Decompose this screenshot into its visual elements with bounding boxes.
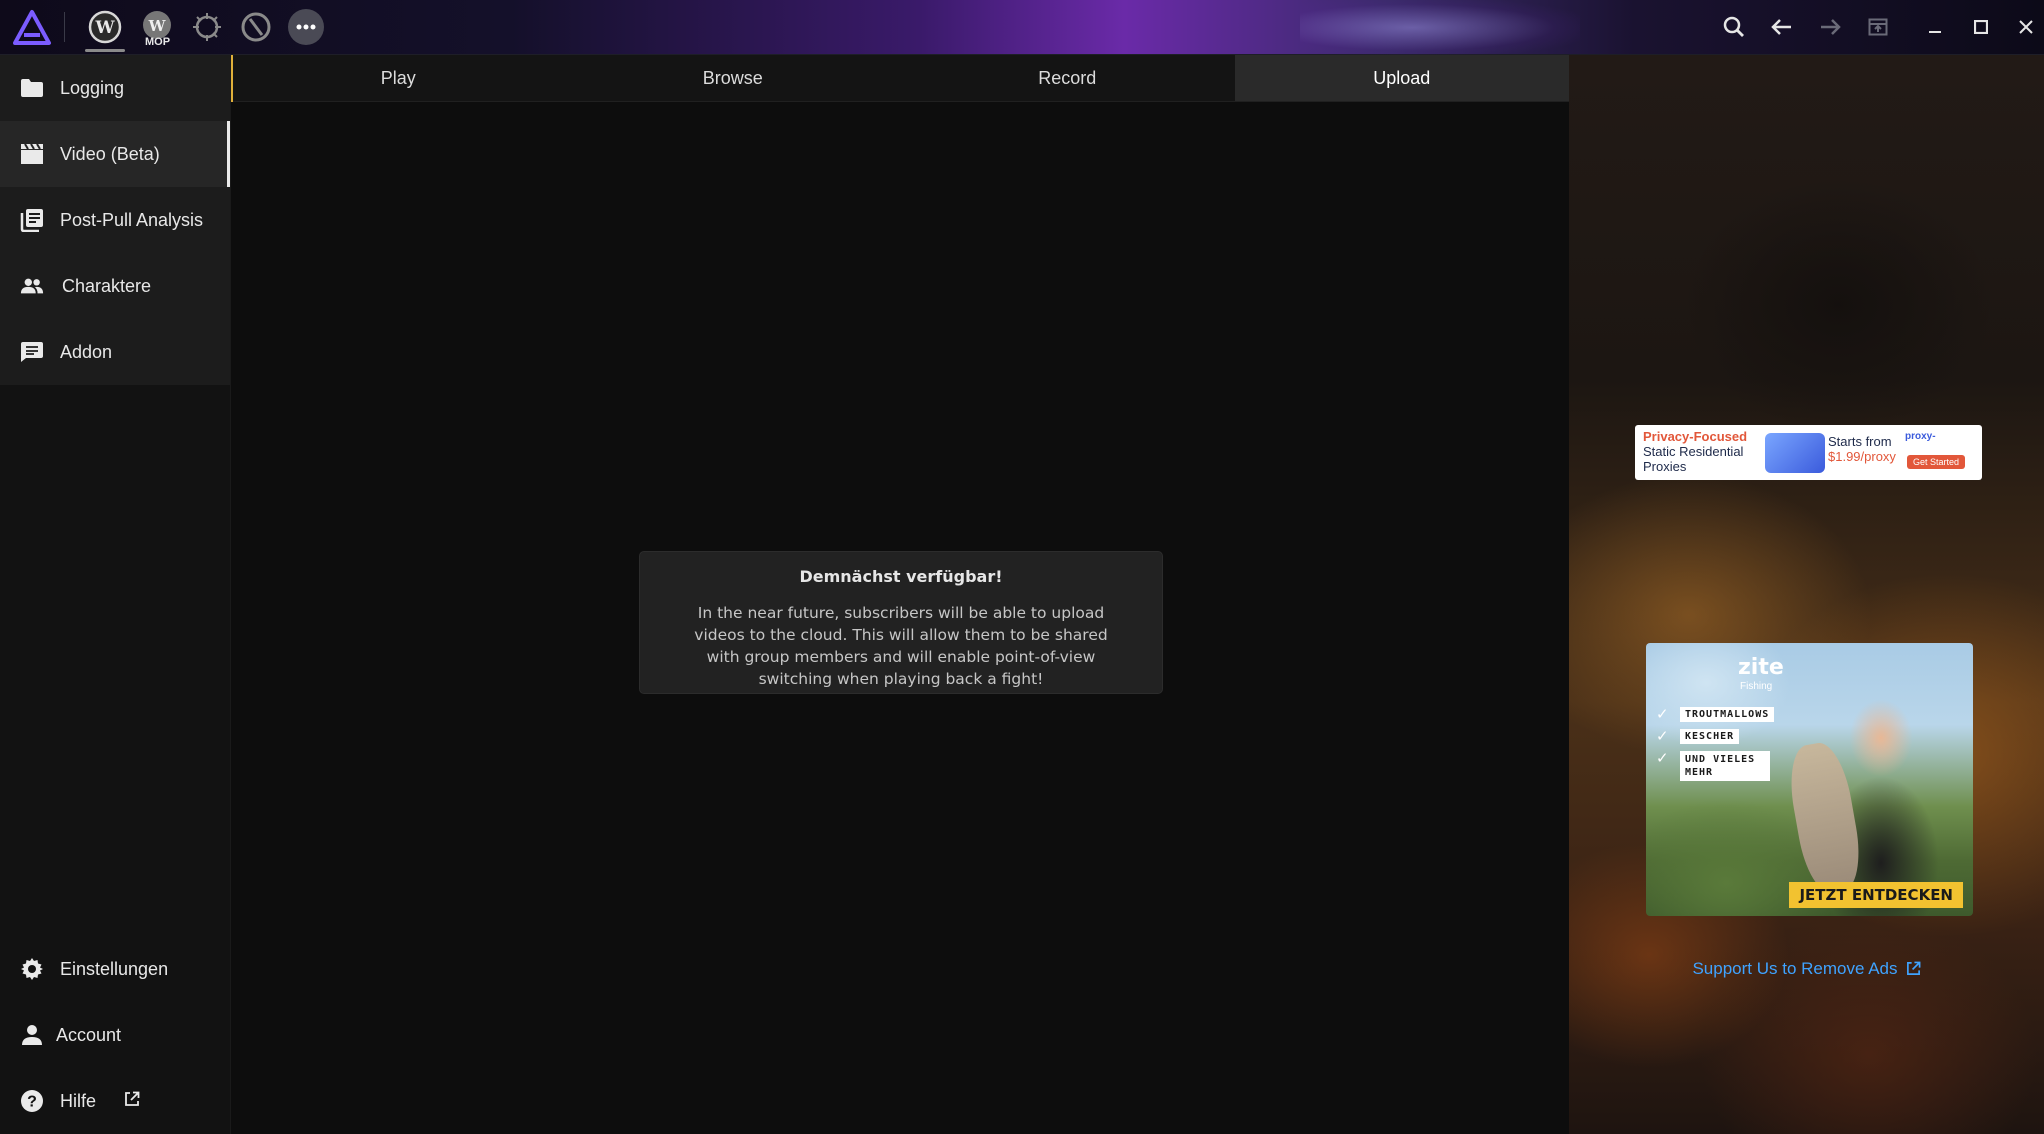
main-content: Play Browse Record Upload Demnächst verf…	[231, 55, 1569, 1134]
svg-text:?: ?	[27, 1094, 37, 1111]
minimize-icon[interactable]	[1920, 12, 1950, 42]
sidebar-item-label: Account	[56, 1024, 122, 1045]
sidebar-nav: Logging Video (Beta) Post-Pull Analysis …	[0, 55, 230, 385]
back-arrow-icon[interactable]	[1767, 12, 1797, 42]
proxy-ad-banner[interactable]: Privacy-Focused Static Residential Proxi…	[1635, 425, 1982, 480]
ad-price-prefix: Starts from	[1828, 434, 1892, 449]
ad-sidebar: Privacy-Focused Static Residential Proxi…	[1569, 55, 2044, 1134]
sidebar-item-label: Einstellungen	[60, 958, 169, 979]
sidebar-item-account[interactable]: Account	[0, 1002, 231, 1068]
destiny-icon[interactable]	[238, 9, 274, 45]
sidebar-item-charaktere[interactable]: Charaktere	[0, 253, 230, 319]
ad-brand: proxy-	[1905, 431, 1936, 442]
notice-body: In the near future, subscribers will be …	[694, 604, 1108, 688]
ad-brand: zite	[1738, 655, 1784, 680]
coming-soon-notice: Demnächst verfügbar! In the near future,…	[639, 551, 1163, 694]
ad-cta-button[interactable]: JETZT ENTDECKEN	[1789, 882, 1963, 908]
ad-bullet: UND VIELES MEHR	[1680, 751, 1770, 781]
ad-bullet: TROUTMALLOWS	[1680, 707, 1775, 722]
forward-arrow-icon[interactable]	[1815, 12, 1845, 42]
external-link-icon	[1906, 961, 1921, 981]
ad-cta-button[interactable]: Get Started	[1907, 455, 1966, 469]
gear-icon	[20, 957, 44, 981]
svg-text:W: W	[94, 18, 115, 38]
sidebar-item-hilfe[interactable]: ? Hilfe	[0, 1068, 231, 1134]
mop-label: MOP	[145, 36, 171, 48]
clapperboard-icon	[20, 142, 44, 166]
wow-retail-icon[interactable]: W	[85, 9, 125, 52]
sidebar-item-video[interactable]: Video (Beta)	[0, 121, 230, 187]
app-logo-icon[interactable]	[12, 9, 52, 47]
popout-icon[interactable]	[1863, 12, 1893, 42]
sidebar-item-einstellungen[interactable]: Einstellungen	[0, 936, 231, 1002]
divider	[64, 12, 65, 42]
support-link-label: Support Us to Remove Ads	[1692, 959, 1898, 978]
notice-title: Demnächst verfügbar!	[799, 567, 1003, 586]
sidebar-item-label: Charaktere	[62, 275, 152, 296]
ad-brand-sub: Fishing	[1740, 681, 1773, 692]
sidebar-item-label: Addon	[60, 341, 113, 362]
checkmark-icon: ✓	[1656, 706, 1669, 723]
external-link-icon	[124, 1091, 140, 1112]
folder-icon	[20, 76, 44, 100]
sidebar-item-label: Post-Pull Analysis	[60, 209, 204, 230]
checkmark-icon: ✓	[1656, 750, 1669, 767]
sidebar-item-post-pull-analysis[interactable]: Post-Pull Analysis	[0, 187, 230, 253]
person-icon	[20, 1023, 44, 1047]
document-stack-icon	[20, 208, 44, 232]
tab-browse[interactable]: Browse	[566, 55, 901, 101]
sidebar-item-logging[interactable]: Logging	[0, 55, 230, 121]
help-icon: ?	[20, 1089, 44, 1113]
ad-graphic	[1765, 433, 1825, 473]
ffxiv-icon[interactable]	[189, 9, 225, 45]
fishing-ad-banner[interactable]: zite Fishing ✓ TROUTMALLOWS ✓ KESCHER ✓ …	[1646, 643, 1973, 916]
title-bar: W W MOP	[0, 0, 2044, 55]
people-icon	[20, 274, 44, 298]
tab-upload[interactable]: Upload	[1234, 55, 1569, 101]
ad-subline: Static Residential Proxies	[1643, 444, 1744, 474]
svg-text:W: W	[148, 17, 167, 35]
sidebar-item-label: Logging	[60, 77, 125, 98]
sidebar-bottom: Einstellungen Account ? Hilfe	[0, 936, 231, 1134]
ad-headline: Privacy-Focused	[1643, 429, 1748, 444]
checkmark-icon: ✓	[1656, 728, 1669, 745]
search-icon[interactable]	[1719, 12, 1749, 42]
ad-bullet: KESCHER	[1680, 729, 1740, 744]
close-icon[interactable]	[2011, 12, 2041, 42]
tab-record[interactable]: Record	[900, 55, 1235, 101]
more-games-icon[interactable]	[288, 9, 324, 45]
sidebar-item-label: Hilfe	[60, 1090, 97, 1111]
sidebar-item-label: Video (Beta)	[60, 143, 160, 164]
ad-price: $1.99/proxy	[1828, 449, 1896, 464]
tab-accent	[231, 55, 233, 102]
maximize-icon[interactable]	[1966, 12, 1996, 42]
banner-art	[1300, 0, 1580, 55]
tab-play[interactable]: Play	[231, 55, 566, 101]
sidebar: Logging Video (Beta) Post-Pull Analysis …	[0, 55, 231, 1134]
chat-list-icon	[20, 340, 44, 364]
sidebar-item-addon[interactable]: Addon	[0, 319, 230, 385]
video-tabs: Play Browse Record Upload	[231, 55, 1569, 102]
support-remove-ads-link[interactable]: Support Us to Remove Ads	[1569, 959, 2044, 981]
